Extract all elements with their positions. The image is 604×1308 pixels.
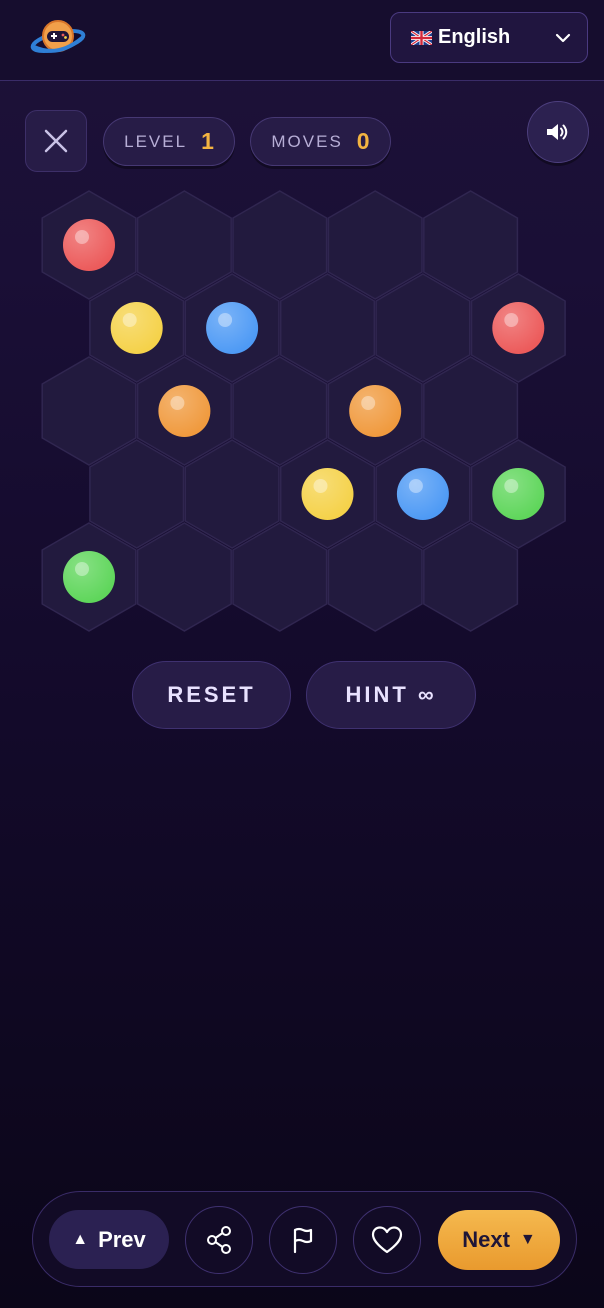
green-ball[interactable] bbox=[492, 468, 545, 520]
yellow-ball[interactable] bbox=[301, 468, 354, 520]
language-label: English bbox=[438, 26, 511, 48]
level-indicator: LEVEL 1 bbox=[103, 117, 235, 166]
triangle-down-icon: ▼ bbox=[519, 1231, 536, 1248]
speaker-icon bbox=[547, 124, 568, 140]
yellow-ball[interactable] bbox=[110, 302, 163, 354]
blue-ball[interactable] bbox=[206, 302, 259, 354]
language-selector[interactable]: English bbox=[390, 12, 588, 63]
chevron-down-icon bbox=[555, 33, 571, 43]
moves-value: 0 bbox=[356, 128, 370, 154]
game-planet-logo-icon[interactable] bbox=[30, 14, 86, 60]
level-label: LEVEL bbox=[124, 131, 188, 151]
moves-label: MOVES bbox=[271, 131, 343, 151]
triangle-up-icon: ▲ bbox=[72, 1230, 89, 1248]
top-bar: English bbox=[0, 0, 604, 81]
moves-indicator: MOVES 0 bbox=[250, 117, 391, 166]
share-button[interactable] bbox=[185, 1206, 253, 1274]
favorite-button[interactable] bbox=[353, 1206, 421, 1274]
blue-ball[interactable] bbox=[396, 468, 449, 520]
red-ball[interactable] bbox=[63, 219, 115, 271]
prev-label: Prev bbox=[98, 1226, 146, 1252]
share-icon bbox=[207, 1226, 231, 1254]
hint-button[interactable]: HINT ∞ bbox=[306, 661, 476, 729]
report-button[interactable] bbox=[269, 1206, 337, 1274]
close-icon bbox=[44, 129, 68, 153]
close-button[interactable] bbox=[25, 110, 87, 172]
orange-ball[interactable] bbox=[349, 385, 402, 437]
red-ball[interactable] bbox=[492, 302, 545, 354]
flag-icon bbox=[293, 1227, 313, 1254]
prev-button[interactable]: ▲ Prev bbox=[49, 1210, 169, 1269]
level-value: 1 bbox=[201, 128, 214, 154]
orange-ball[interactable] bbox=[158, 385, 211, 437]
heart-icon bbox=[371, 1226, 403, 1254]
hex-board bbox=[41, 190, 566, 632]
green-ball[interactable] bbox=[63, 551, 115, 603]
reset-button[interactable]: RESET bbox=[132, 661, 291, 729]
uk-flag-icon bbox=[411, 30, 432, 45]
next-label: Next bbox=[462, 1227, 510, 1252]
sound-toggle-button[interactable] bbox=[527, 101, 589, 163]
next-button[interactable]: Next ▼ bbox=[438, 1210, 560, 1270]
